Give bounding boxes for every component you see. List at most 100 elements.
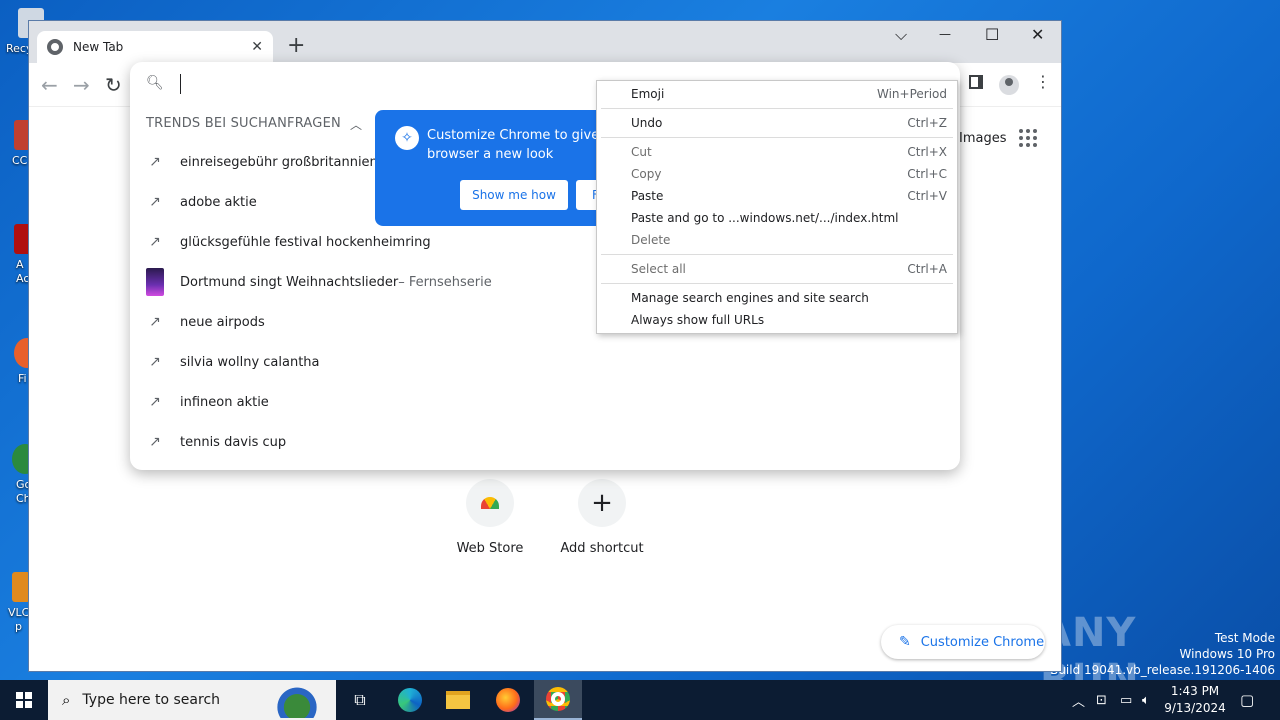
menu-item-undo[interactable]: Undo Ctrl+Z [597, 112, 957, 134]
build-line: Build 19041.vb_release.191206-1406 [1050, 663, 1275, 677]
minimize-button[interactable]: — [939, 27, 951, 41]
search-icon: 🔍︎ [146, 75, 164, 91]
customize-chrome-button[interactable]: ✎ Customize Chrome [881, 625, 1045, 659]
back-button[interactable]: ← [41, 73, 58, 97]
menu-item-label: Always show full URLs [631, 313, 765, 327]
profile-head-icon [1005, 78, 1013, 86]
suggestion-text: tennis davis cup [180, 434, 287, 450]
menu-item-label: Manage search engines and site search [631, 291, 869, 305]
images-link[interactable]: Images [959, 131, 1007, 146]
trending-icon: ↗ [149, 434, 161, 450]
suggestion-text: infineon aktie [180, 394, 269, 410]
suggestion-text: glücksgefühle festival hockenheimring [180, 234, 431, 250]
menu-item-label: Select all [631, 262, 686, 276]
menu-kebab-icon[interactable]: ⋮ [1035, 72, 1051, 91]
desktop-icon-vlc[interactable]: VLC p [0, 572, 30, 633]
context-menu: Emoji Win+Period Undo Ctrl+Z Cut Ctrl+X … [596, 80, 958, 334]
tab-new-tab[interactable]: New Tab ✕ [37, 31, 273, 63]
task-view-icon: ⧉ [354, 690, 366, 709]
menu-item-shortcut: Ctrl+Z [907, 116, 947, 130]
menu-separator [601, 108, 953, 109]
taskbar-search-box[interactable]: ⌕ Type here to search [48, 680, 336, 720]
menu-item-label: Cut [631, 145, 652, 159]
tab-search-dropdown-icon[interactable]: ⌵ [895, 25, 907, 45]
desktop-icon-acrobat[interactable]: A Ac [0, 224, 40, 285]
menu-item-manage-search-engines[interactable]: Manage search engines and site search [597, 287, 957, 309]
suggestion-row[interactable]: ↗ silvia wollny calantha [130, 342, 960, 382]
desktop-icon-chrome[interactable]: Go Ch [0, 444, 38, 505]
menu-item-copy: Copy Ctrl+C [597, 163, 957, 185]
taskbar-search-placeholder: Type here to search [82, 692, 221, 708]
volume-icon[interactable]: 🔈︎ [1142, 680, 1150, 720]
suggestion-row[interactable]: ↗ infineon aktie [130, 382, 960, 422]
chrome-favicon-icon [47, 39, 63, 55]
lightbulb-icon: ✧ [395, 126, 419, 150]
taskbar-firefox[interactable] [484, 680, 532, 720]
trending-icon: ↗ [149, 314, 161, 330]
network-icon[interactable]: ▭ [1120, 680, 1132, 720]
desktop-icon-recycle-bin[interactable]: Recy [0, 8, 44, 68]
reload-button[interactable]: ↻ [105, 73, 122, 97]
menu-separator [601, 137, 953, 138]
close-window-button[interactable]: ✕ [1031, 25, 1044, 44]
pencil-icon: ✎ [899, 634, 911, 650]
shortcut-web-store[interactable]: Web Store [445, 479, 535, 556]
suggestion-thumbnail [146, 268, 164, 296]
new-tab-button[interactable]: + [287, 33, 305, 58]
desktop-icon-label: Recy [6, 42, 33, 55]
suggestion-row[interactable]: ↗ tennis davis cup [130, 422, 960, 462]
suggestion-text: einreisegebühr großbritannien [180, 154, 378, 170]
edge-icon [398, 688, 422, 712]
taskbar-chrome[interactable] [534, 680, 582, 720]
menu-item-cut: Cut Ctrl+X [597, 141, 957, 163]
suggestion-subtext: – Fernsehserie [398, 274, 492, 290]
shortcut-add[interactable]: + Add shortcut [557, 479, 647, 556]
task-view-button[interactable]: ⧉ [336, 680, 384, 720]
menu-item-paste-and-go[interactable]: Paste and go to ...windows.net/.../index… [597, 207, 957, 229]
trending-icon: ↗ [149, 354, 161, 370]
side-panel-icon[interactable] [969, 75, 983, 89]
windows-edition-line: Windows 10 Pro [1179, 647, 1275, 661]
forward-button[interactable]: → [73, 73, 90, 97]
menu-item-label: Delete [631, 233, 671, 247]
customize-chrome-label: Customize Chrome [920, 634, 1045, 650]
clock[interactable]: 1:43 PM 9/13/2024 [1160, 683, 1230, 717]
customize-promo-card: ✧ Customize Chrome to give y browser a n… [375, 110, 605, 226]
menu-item-emoji[interactable]: Emoji Win+Period [597, 83, 957, 105]
menu-separator [601, 254, 953, 255]
menu-item-select-all: Select all Ctrl+A [597, 258, 957, 280]
menu-item-shortcut: Ctrl+X [907, 145, 947, 159]
trending-icon: ↗ [149, 194, 161, 210]
desktop-icon-ccleaner[interactable]: CC [0, 120, 40, 180]
tab-title: New Tab [73, 40, 124, 54]
apps-grid-icon[interactable] [1019, 129, 1037, 147]
tab-close-icon[interactable]: ✕ [251, 39, 263, 55]
notifications-icon[interactable]: ▢ [1240, 680, 1254, 720]
desktop-icon-firefox[interactable]: Fi [0, 338, 40, 398]
promo-text: Customize Chrome to give y browser a new… [427, 126, 605, 164]
search-highlight-illustration [262, 682, 332, 718]
taskbar: ⌕ Type here to search ⧉ ︿ ⊡ ▭ 🔈︎ 1:43 PM… [0, 680, 1280, 720]
collapse-chevron-icon[interactable]: ︿ [350, 116, 362, 133]
search-icon: ⌕ [62, 691, 71, 709]
show-me-how-button[interactable]: Show me how [460, 180, 568, 210]
suggestion-text: Dortmund singt Weihnachtslieder [180, 274, 399, 290]
tray-device-icon[interactable]: ⊡ [1096, 680, 1107, 720]
maximize-button[interactable]: ☐ [985, 25, 999, 44]
firefox-icon [496, 688, 520, 712]
suggestion-text: neue airpods [180, 314, 265, 330]
promo-text-line: browser a new look [427, 147, 554, 162]
chrome-icon [546, 687, 570, 711]
menu-item-label: Copy [631, 167, 662, 181]
taskbar-file-explorer[interactable] [434, 680, 482, 720]
taskbar-edge[interactable] [386, 680, 434, 720]
menu-item-delete: Delete [597, 229, 957, 251]
menu-item-label: Paste and go to ...windows.net/.../index… [631, 211, 899, 225]
menu-item-paste[interactable]: Paste Ctrl+V [597, 185, 957, 207]
tray-overflow-icon[interactable]: ︿ [1072, 680, 1085, 720]
text-caret [180, 74, 181, 94]
start-button[interactable] [0, 680, 48, 720]
menu-item-always-show-full-urls[interactable]: Always show full URLs [597, 309, 957, 331]
menu-item-label: Paste [631, 189, 664, 203]
profile-avatar[interactable] [999, 75, 1019, 95]
